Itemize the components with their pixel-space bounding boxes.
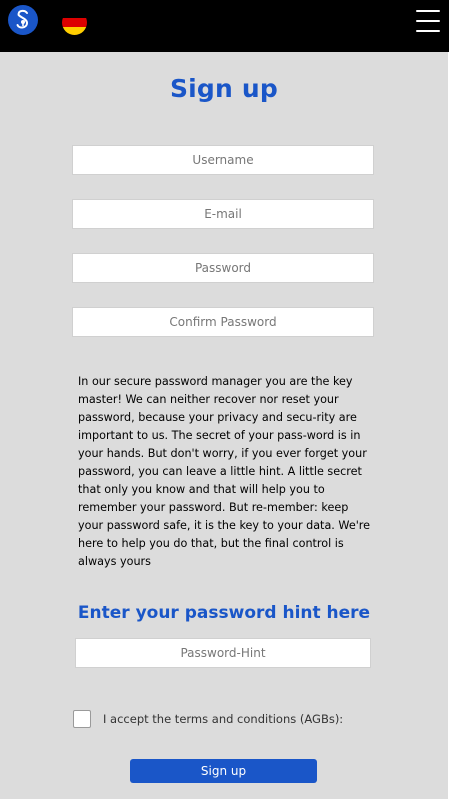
password-info-text: In our secure password manager you are t… [78,375,371,568]
confirm-password-field-wrapper [72,307,374,337]
confirm-password-input[interactable] [73,308,373,336]
top-navigation-bar [0,0,449,52]
email-input[interactable] [73,200,373,228]
password-field-wrapper [72,253,374,283]
page-title: Sign up [169,74,279,103]
lock-s-logo-icon[interactable] [8,5,38,35]
german-flag-icon[interactable] [62,10,87,35]
terms-label: I accept the terms and conditions (AGBs)… [103,712,344,726]
password-hint-input[interactable] [76,639,370,667]
email-field-wrapper [72,199,374,229]
terms-checkbox[interactable] [73,710,91,728]
password-input[interactable] [73,254,373,282]
sign-up-button[interactable]: Sign up [130,759,317,783]
username-field-wrapper [72,145,374,175]
username-input[interactable] [73,146,373,174]
terms-row: I accept the terms and conditions (AGBs)… [73,709,413,729]
password-hint-heading: Enter your password hint here [77,603,371,623]
hamburger-menu-icon[interactable] [416,10,440,32]
password-hint-field-wrapper [75,638,371,668]
